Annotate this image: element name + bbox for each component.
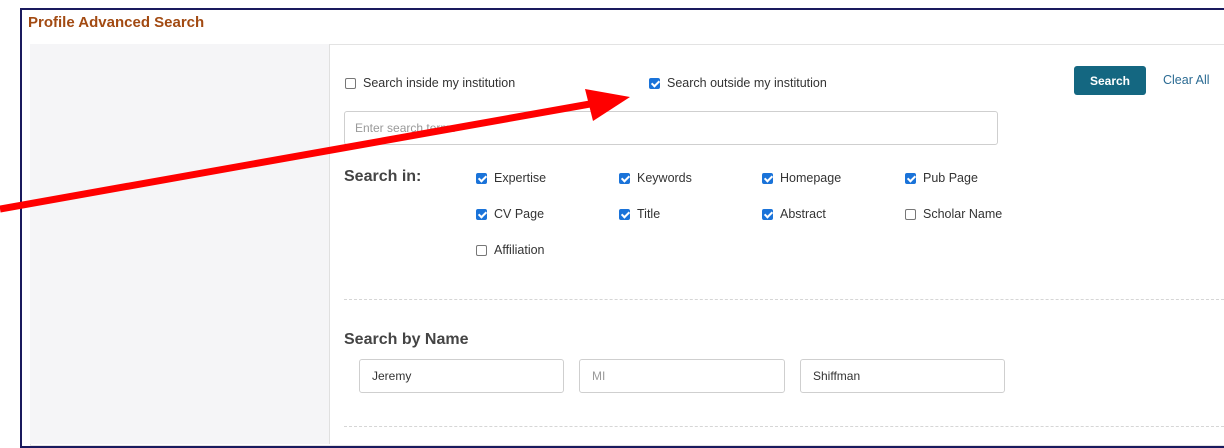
checkbox[interactable]	[905, 172, 916, 184]
checkbox[interactable]	[476, 172, 487, 184]
search-inside-label: Search inside my institution	[363, 76, 516, 90]
option-homepage[interactable]: Homepage	[762, 171, 841, 185]
search-outside-label: Search outside my institution	[667, 76, 827, 90]
search-outside-checkbox[interactable]	[649, 77, 660, 89]
search-outside-option[interactable]: Search outside my institution	[649, 76, 827, 90]
option-abstract[interactable]: Abstract	[762, 207, 826, 221]
search-terms-input[interactable]	[344, 111, 998, 145]
checkbox[interactable]	[762, 172, 773, 184]
middle-initial-input[interactable]	[579, 359, 785, 393]
page-title: Profile Advanced Search	[28, 14, 205, 31]
checkbox[interactable]	[619, 208, 630, 220]
option-label: CV Page	[494, 207, 545, 221]
checkbox[interactable]	[762, 208, 773, 220]
section-divider	[344, 299, 1224, 300]
option-scholar-name[interactable]: Scholar Name	[905, 207, 1002, 221]
checkbox[interactable]	[619, 172, 630, 184]
option-label: Keywords	[637, 171, 692, 185]
checkbox[interactable]	[905, 208, 916, 220]
option-affiliation[interactable]: Affiliation	[476, 243, 545, 257]
option-expertise[interactable]: Expertise	[476, 171, 546, 185]
search-inside-option[interactable]: Search inside my institution	[345, 76, 515, 90]
search-by-name-label: Search by Name	[344, 331, 469, 348]
option-title[interactable]: Title	[619, 207, 660, 221]
option-label: Abstract	[780, 207, 826, 221]
option-label: Pub Page	[923, 171, 978, 185]
option-label: Expertise	[494, 171, 547, 185]
search-inside-checkbox[interactable]	[345, 77, 356, 89]
option-pub-page[interactable]: Pub Page	[905, 171, 978, 185]
option-label: Homepage	[780, 171, 842, 185]
search-button[interactable]: Search	[1074, 66, 1146, 95]
checkbox[interactable]	[476, 208, 487, 220]
sidebar	[30, 44, 330, 444]
last-name-input[interactable]	[800, 359, 1005, 393]
search-in-label: Search in:	[344, 168, 422, 185]
clear-all-link[interactable]: Clear All	[1163, 73, 1210, 87]
option-label: Affiliation	[494, 243, 545, 257]
option-label: Title	[637, 207, 661, 221]
checkbox[interactable]	[476, 244, 487, 256]
first-name-input[interactable]	[359, 359, 564, 393]
option-label: Scholar Name	[923, 207, 1003, 221]
option-keywords[interactable]: Keywords	[619, 171, 692, 185]
option-cv-page[interactable]: CV Page	[476, 207, 544, 221]
section-divider	[344, 426, 1224, 427]
